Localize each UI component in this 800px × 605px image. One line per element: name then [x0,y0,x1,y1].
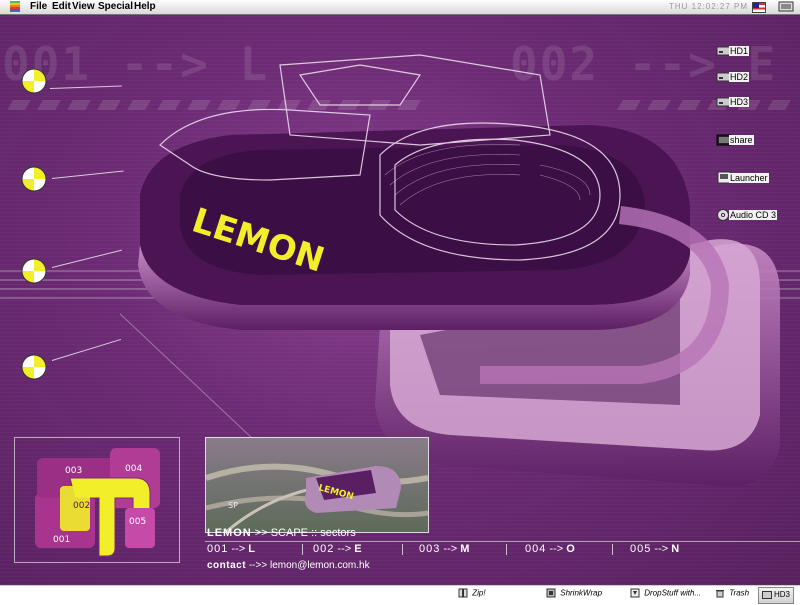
menu-help[interactable]: Help [134,1,156,12]
hard-disk-icon [762,591,772,599]
minimap-graphic: 003 004 002 005 001 [35,448,160,557]
sector-number: 001 [207,543,229,555]
sector-link-001[interactable]: 001 --> L [207,543,255,555]
bottom-item-label: DropStuff with... [644,588,702,598]
bottom-item-label: Zip! [472,588,486,598]
sector-arrow: --> [231,543,246,555]
sector-letter: N [671,543,680,555]
desktop-icon-label: share [729,135,754,145]
desktop-icon-audio-cd[interactable]: Audio CD 3 [716,207,788,225]
target-leader-line [51,170,124,179]
menu-bar: File Edit View Special Help THU 12:02:27… [0,0,800,15]
hd3-window-tab[interactable]: HD3 [758,587,794,604]
brand-name: LEMON [207,527,252,539]
bottom-item-label: Trash [729,588,750,598]
desktop-icon-hd3[interactable]: HD3 [716,94,788,112]
desktop-icon-label: HD1 [729,46,750,56]
trash-icon [716,590,724,598]
sector-target-icon-004[interactable] [20,353,48,381]
contact-label: contact [207,560,247,571]
sector-link-004[interactable]: 004 --> O [525,543,575,555]
sector-link-002[interactable]: 002 --> E [313,543,362,555]
target-leader-line [51,249,122,268]
shrinkwrap-icon [546,588,556,598]
sector-target-icon-001[interactable] [20,67,48,95]
sector-target-icon-003[interactable] [20,257,48,285]
desktop-icon-label: Audio CD 3 [729,210,778,220]
section-name: SCAPE :: sectors [270,527,356,539]
sector-number: 002 [313,543,335,555]
sector-number: 003 [419,543,441,555]
menu-view[interactable]: View [72,1,95,12]
desktop-icon-hd1[interactable]: HD1 [716,43,788,61]
bottom-item-dropstuff[interactable]: DropStuff with... [630,588,701,602]
desktop-icon-hd2[interactable]: HD2 [716,69,788,87]
sector-target-icon-002[interactable] [20,165,48,193]
sector-number: 005 [630,543,652,555]
sector-separator [302,544,303,555]
menubar-clock[interactable]: THU 12:02:27 PM [669,2,748,11]
contact-email-link[interactable]: lemon@lemon.com.hk [270,560,370,571]
sector-arrow: --> [654,543,669,555]
bottom-item-shrinkwrap[interactable]: ShrinkWrap [546,588,602,602]
sector-separator [402,544,403,555]
cityscape-photo[interactable]: LEMON SP [205,437,429,533]
bottom-item-zip[interactable]: Zip! [458,588,486,602]
section-title: LEMON >> SCAPE :: sectors [207,527,356,539]
contact-line: contact -->> lemon@lemon.com.hk [207,560,370,571]
sector-arrow: --> [443,543,458,555]
minimap-label-001: 001 [53,535,70,545]
photo-caption: SP [228,501,238,510]
keyboard-layout-flag-icon[interactable] [752,2,766,13]
application-menu-icon[interactable] [778,1,794,12]
target-leader-line [51,338,122,361]
lemon-3d-logo-illustration: LEMON [120,54,780,487]
sector-link-005[interactable]: 005 --> N [630,543,679,555]
sector-letter: E [354,543,362,555]
sector-letter: L [248,543,255,555]
menu-special[interactable]: Special [98,1,133,12]
desktop-icon-label: HD2 [729,72,750,82]
hd3-tab-label: HD3 [774,590,791,599]
zip-icon [458,588,468,598]
bottom-strip: Zip! ShrinkWrap DropStuff with... Trash … [0,585,800,605]
sector-links: 001 --> L 002 --> E 003 --> M 004 --> O … [205,542,800,557]
sector-link-003[interactable]: 003 --> M [419,543,469,555]
sector-letter: M [460,543,470,555]
desktop-icon-share[interactable]: share [716,132,788,150]
sector-number: 004 [525,543,547,555]
bottom-item-label: ShrinkWrap [560,588,603,598]
desktop-icon-label: Launcher [729,173,769,183]
bottom-item-trash[interactable]: Trash [715,588,749,602]
minimap-label-002: 002 [73,501,90,511]
menu-file[interactable]: File [30,1,47,12]
menu-edit[interactable]: Edit [52,1,71,12]
desktop-wallpaper: 001 --> L 002 --> E LEMON HD1 HD2 HD3 sh… [0,15,800,585]
apple-menu-icon[interactable] [10,1,20,12]
contact-arrow: -->> [248,560,268,571]
desktop-icon-label: HD3 [729,97,750,107]
sector-letter: O [566,543,575,555]
sector-arrow: --> [337,543,352,555]
photo-graphic: LEMON SP [206,438,428,532]
sector-minimap[interactable]: 003 004 002 005 001 [14,437,180,563]
sector-separator [612,544,613,555]
minimap-label-003: 003 [65,466,82,476]
sector-arrow: --> [549,543,564,555]
dropstuff-icon [630,588,640,598]
minimap-label-005: 005 [129,517,146,527]
minimap-label-004: 004 [125,464,142,474]
desktop-icon-launcher[interactable]: Launcher [716,170,788,188]
title-arrow: >> [254,527,268,539]
sector-separator [506,544,507,555]
